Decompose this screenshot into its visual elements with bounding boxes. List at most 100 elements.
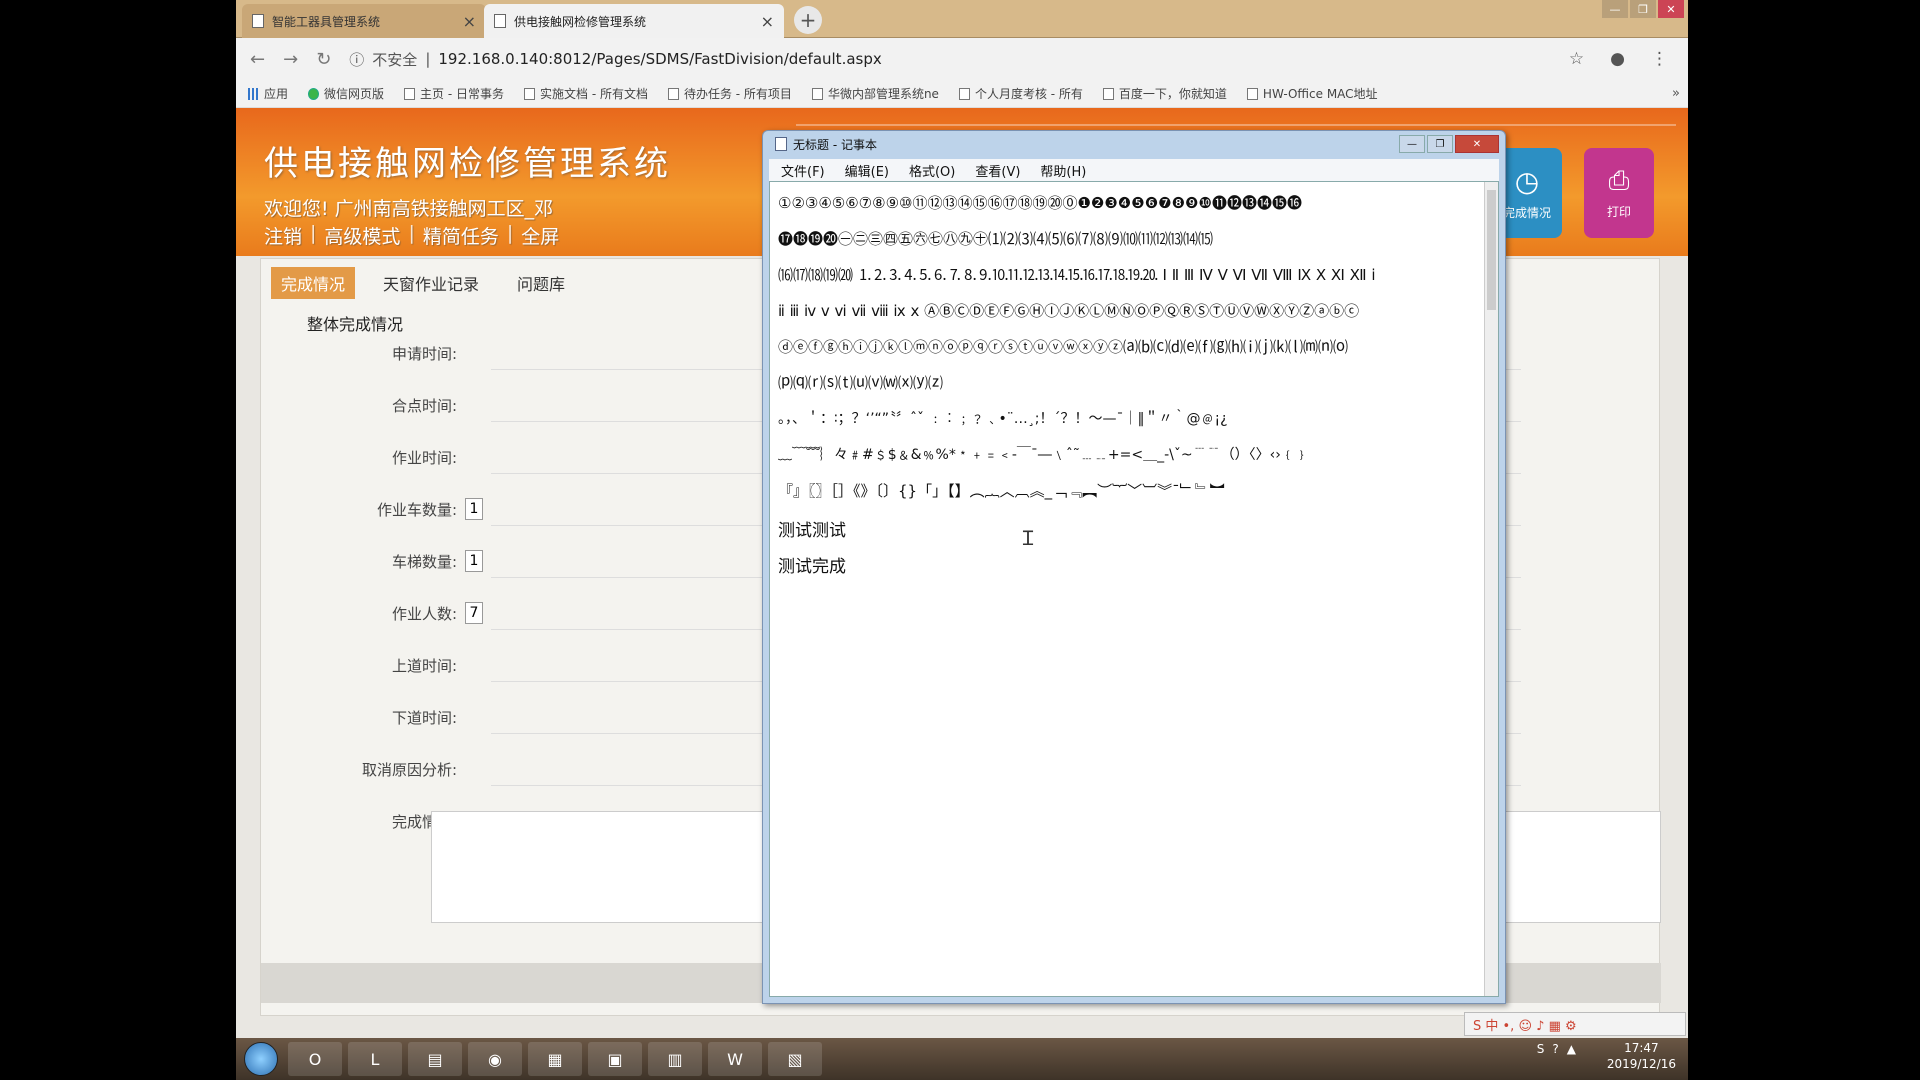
page-icon: [494, 14, 506, 28]
vehicle-count-input[interactable]: 1: [465, 498, 483, 520]
tab-window-work-record[interactable]: 天窗作业记录: [373, 267, 489, 299]
bookmark-docs[interactable]: 实施文档 - 所有文档: [524, 85, 648, 102]
tray-sogou-icon[interactable]: S: [1537, 1042, 1545, 1056]
minimize-icon[interactable]: —: [1602, 0, 1628, 18]
page-icon: [524, 87, 535, 100]
apps-grid-icon: [248, 87, 259, 100]
clock-time: 17:47: [1624, 1041, 1659, 1055]
top-links: 注销 | 高级模式 | 精简任务 | 全屏: [264, 222, 560, 249]
menu-help[interactable]: 帮助(H): [1040, 161, 1086, 180]
link-simple-task[interactable]: 精简任务: [423, 222, 499, 249]
back-icon[interactable]: ←: [250, 49, 265, 70]
more-bookmarks-icon[interactable]: »: [1672, 86, 1680, 101]
scroll-thumb[interactable]: [1487, 190, 1496, 310]
welcome-text: 欢迎您! 广州南高铁接触网工区_邓: [264, 198, 554, 220]
text-line: 。，、＇：∶；？‘’“”〝〞ˆˇ ﹕︰﹔﹖﹑•¨…¸;！´？！～—ˉ｜‖＂〃｀@…: [778, 411, 1228, 427]
taskbar-app-photos[interactable]: ▥: [648, 1042, 702, 1076]
text-line: ⒃⒄⒅⒆⒇ ⒈⒉⒊⒋⒌⒍⒎⒏⒐⒑⒒⒓⒔⒕⒖⒗⒘⒙⒚⒛ Ⅰ Ⅱ Ⅲ Ⅳ Ⅴ Ⅵ Ⅶ…: [778, 266, 1376, 284]
page-icon: [667, 87, 679, 100]
worker-count-input[interactable]: 7: [465, 602, 483, 624]
taskbar-app-chrome[interactable]: ◉: [468, 1042, 522, 1076]
bookmark-wechat[interactable]: 微信网页版: [308, 85, 384, 102]
minimize-icon[interactable]: —: [1399, 135, 1425, 153]
star-icon[interactable]: ☆: [1569, 49, 1584, 69]
app-title: 供电接触网检修管理系统: [264, 144, 671, 184]
taskbar-app-lync[interactable]: L: [348, 1042, 402, 1076]
account-icon[interactable]: ●: [1610, 49, 1625, 69]
notepad-window-controls: — ❐ ✕: [1399, 135, 1505, 153]
menu-file[interactable]: 文件(F): [781, 161, 825, 180]
text-line: 『』〖〗［］《》〔〕{}「」【】︵︷︿︹︽_﹁﹃︻︶︸﹀︺︾ˉ﹂﹄︼: [778, 482, 1225, 500]
taskbar-app-other[interactable]: ▧: [768, 1042, 822, 1076]
text-line: ⒫⒬⒭⒮⒯⒰⒱⒲⒳⒴⒵: [778, 374, 944, 392]
text-line: ①②③④⑤⑥⑦⑧⑨⑩⑪⑫⑬⑭⑮⑯⑰⑱⑲⑳⓪❶❷❸❹❺❻❼❽❾❿⓫⓬⓭⓮⓯⓰: [778, 194, 1302, 212]
taskbar: O L ▤ ◉ ▦ ▣ ▥ W ▧ S ? ▲ 17:47 2019/12/16: [236, 1038, 1688, 1080]
ime-toolbar[interactable]: S 中 •, ☺ ♪ ▦ ⚙: [1464, 1012, 1686, 1036]
page-icon: [958, 87, 970, 100]
bookmark-review[interactable]: 个人月度考核 - 所有: [958, 85, 1083, 102]
reload-icon[interactable]: ↻: [316, 49, 331, 70]
menu-edit[interactable]: 编辑(E): [845, 161, 889, 180]
tab-completion[interactable]: 完成情况: [271, 267, 356, 299]
bookmark-tasks[interactable]: 待办任务 - 所有项目: [667, 85, 792, 102]
text-line: ⓓⓔⓕⓖⓗⓘⓙⓚⓛⓜⓝⓞⓟⓠⓡⓢⓣⓤⓥⓦⓧⓨⓩ⒜⒝⒞⒟⒠⒡⒢⒣⒤⒥⒦⒧⒨⒩⒪: [778, 338, 1349, 356]
bookmark-internal[interactable]: 华微内部管理系统ne: [811, 85, 939, 102]
link-advanced-mode[interactable]: 高级模式: [324, 222, 400, 249]
section-title: 整体完成情况: [307, 315, 404, 334]
window-controls: — ❐ ✕: [1602, 0, 1684, 18]
close-icon[interactable]: ✕: [1455, 135, 1499, 153]
text-line: ﹏﹋﹌︴々﹟#﹩$﹠&﹪%*﹡﹢﹦﹤‐￣¯―﹨ˆ˜﹍﹎+=<＿_-\ˇ~﹉﹊（）…: [778, 447, 1309, 463]
system-tray: S ? ▲: [1537, 1042, 1576, 1056]
taskbar-app-notepad[interactable]: ▦: [528, 1042, 582, 1076]
text-line: 测试测试: [778, 521, 846, 541]
notepad-window: 无标题 - 记事本 — ❐ ✕ 文件(F) 编辑(E) 格式(O) 查看(V) …: [762, 130, 1506, 1004]
menu-format[interactable]: 格式(O): [909, 161, 955, 180]
notepad-text-area[interactable]: ①②③④⑤⑥⑦⑧⑨⑩⑪⑫⑬⑭⑮⑯⑰⑱⑲⑳⓪❶❷❸❹❺❻❼❽❾❿⓫⓬⓭⓮⓯⓰ ⓱⓲…: [769, 181, 1499, 997]
wechat-icon: [308, 87, 320, 100]
close-tab-icon[interactable]: ×: [761, 12, 774, 31]
menu-icon[interactable]: ⋮: [1651, 49, 1668, 69]
tab-tool-management[interactable]: 智能工器具管理系统 ×: [242, 4, 486, 38]
taskbar-app-word[interactable]: W: [708, 1042, 762, 1076]
bookmark-home[interactable]: 主页 - 日常事务: [404, 85, 504, 102]
bookmark-apps[interactable]: 应用: [248, 85, 288, 102]
print-button[interactable]: ⎙ 打印: [1584, 148, 1654, 238]
menu-view[interactable]: 查看(V): [975, 161, 1020, 180]
forward-icon[interactable]: →: [283, 49, 298, 70]
page-icon: [404, 87, 416, 100]
taskbar-app-outlook[interactable]: O: [288, 1042, 342, 1076]
close-window-icon[interactable]: ✕: [1658, 0, 1684, 18]
maximize-icon[interactable]: ❐: [1630, 0, 1656, 18]
link-logout[interactable]: 注销: [264, 222, 302, 249]
start-button[interactable]: [244, 1042, 278, 1076]
tab-catenary-system[interactable]: 供电接触网检修管理系统 ×: [484, 4, 784, 38]
notepad-title: 无标题 - 记事本: [793, 137, 877, 152]
bookmark-baidu[interactable]: 百度一下，你就知道: [1102, 85, 1227, 102]
taskbar-app-explorer[interactable]: ▤: [408, 1042, 462, 1076]
system-clock[interactable]: 17:47 2019/12/16: [1607, 1040, 1676, 1072]
close-tab-icon[interactable]: ×: [463, 12, 476, 31]
printer-icon: ⎙: [1608, 166, 1630, 196]
ibeam-cursor-icon: Ｉ: [1018, 526, 1038, 550]
text-line: 测试完成: [778, 557, 846, 577]
info-icon: ⓘ: [349, 50, 365, 69]
maximize-icon[interactable]: ❐: [1427, 135, 1453, 153]
link-fullscreen[interactable]: 全屏: [521, 222, 559, 249]
url-field[interactable]: ⓘ 不安全 | 192.168.0.140:8012/Pages/SDMS/Fa…: [349, 49, 881, 70]
tray-help-icon[interactable]: ?: [1552, 1042, 1558, 1056]
clock-date: 2019/12/16: [1606, 1057, 1676, 1071]
notepad-icon: [775, 137, 787, 151]
tab-issue-library[interactable]: 问题库: [507, 267, 575, 299]
notepad-scrollbar[interactable]: [1484, 182, 1498, 996]
tab-label: 智能工器具管理系统: [272, 14, 381, 29]
tray-expand-icon[interactable]: ▲: [1567, 1042, 1576, 1056]
ladder-count-input[interactable]: 1: [465, 550, 483, 572]
notepad-menu-bar: 文件(F) 编辑(E) 格式(O) 查看(V) 帮助(H): [769, 159, 1499, 181]
screen: 智能工器具管理系统 × 供电接触网检修管理系统 × + — ❐ ✕ ← → ↻ …: [236, 0, 1688, 1080]
new-tab-button[interactable]: +: [794, 6, 822, 34]
bookmark-hw-office[interactable]: HW-Office MAC地址: [1246, 85, 1378, 102]
flag-icon: [811, 87, 823, 100]
text-line: ⓱⓲⓳⓴㊀㊁㊂㊃㊄㊅㊆㊇㊈㊉⑴⑵⑶⑷⑸⑹⑺⑻⑼⑽⑾⑿⒀⒁⒂: [778, 230, 1214, 248]
page-icon: [252, 14, 264, 28]
taskbar-app-remote[interactable]: ▣: [588, 1042, 642, 1076]
